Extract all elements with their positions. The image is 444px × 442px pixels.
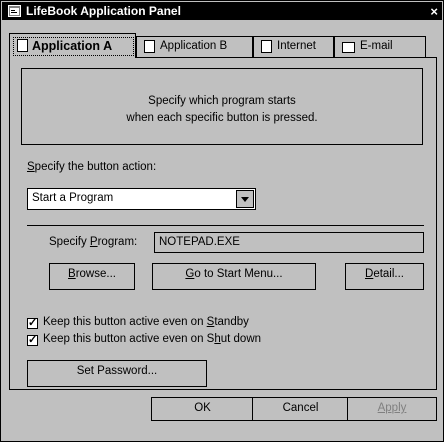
close-icon[interactable]: × bbox=[430, 4, 438, 19]
program-value: NOTEPAD.EXE bbox=[159, 236, 240, 248]
tab-label: Application B bbox=[160, 40, 228, 52]
card-icon bbox=[342, 42, 355, 53]
tab-internet[interactable]: Internet bbox=[253, 36, 334, 57]
program-label: Specify Program: bbox=[49, 236, 138, 248]
cancel-button[interactable]: Cancel bbox=[252, 397, 349, 421]
program-field[interactable]: NOTEPAD.EXE bbox=[154, 232, 424, 253]
document-icon bbox=[17, 39, 28, 52]
shutdown-checkbox[interactable] bbox=[27, 333, 38, 346]
chevron-down-icon[interactable] bbox=[236, 190, 254, 208]
go-to-start-menu-button[interactable]: Go to Start Menu... bbox=[152, 263, 316, 290]
standby-checkbox-label: Keep this button active even on Standby bbox=[43, 316, 249, 328]
tab-e-mail[interactable]: E-mail bbox=[334, 36, 426, 57]
tab-label: Internet bbox=[277, 40, 316, 52]
tab-application-a[interactable]: Application A bbox=[9, 33, 136, 58]
apply-button[interactable]: Apply bbox=[347, 397, 437, 421]
info-line-1: Specify which program starts bbox=[148, 95, 296, 107]
tab-panel-application-a: Specify which program starts when each s… bbox=[9, 57, 437, 390]
document-icon bbox=[144, 40, 155, 53]
shutdown-checkbox-label: Keep this button active even on Shut dow… bbox=[43, 333, 262, 345]
title-bar[interactable]: LifeBook Application Panel × bbox=[2, 2, 442, 20]
browse-button[interactable]: Browse... bbox=[49, 263, 135, 290]
info-line-2: when each specific button is pressed. bbox=[126, 112, 318, 124]
tab-label: Application A bbox=[32, 39, 113, 53]
application-panel-window: LifeBook Application Panel × Application… bbox=[0, 0, 444, 442]
window-title: LifeBook Application Panel bbox=[26, 4, 181, 18]
tab-strip: Application A Application B Internet E-m… bbox=[9, 33, 437, 58]
document-icon bbox=[261, 40, 272, 53]
detail-button[interactable]: Detail... bbox=[345, 263, 424, 290]
ok-button[interactable]: OK bbox=[151, 397, 254, 421]
button-action-value: Start a Program bbox=[32, 192, 114, 204]
tab-application-b[interactable]: Application B bbox=[136, 36, 253, 57]
set-password-button[interactable]: Set Password... bbox=[27, 360, 207, 387]
info-box: Specify which program starts when each s… bbox=[21, 68, 423, 145]
divider bbox=[27, 225, 424, 226]
button-action-select[interactable]: Start a Program bbox=[27, 188, 256, 210]
standby-checkbox[interactable] bbox=[27, 316, 38, 329]
tab-label: E-mail bbox=[360, 40, 393, 52]
app-window-icon bbox=[8, 5, 21, 17]
button-action-label: Specify the button action: bbox=[27, 161, 157, 173]
